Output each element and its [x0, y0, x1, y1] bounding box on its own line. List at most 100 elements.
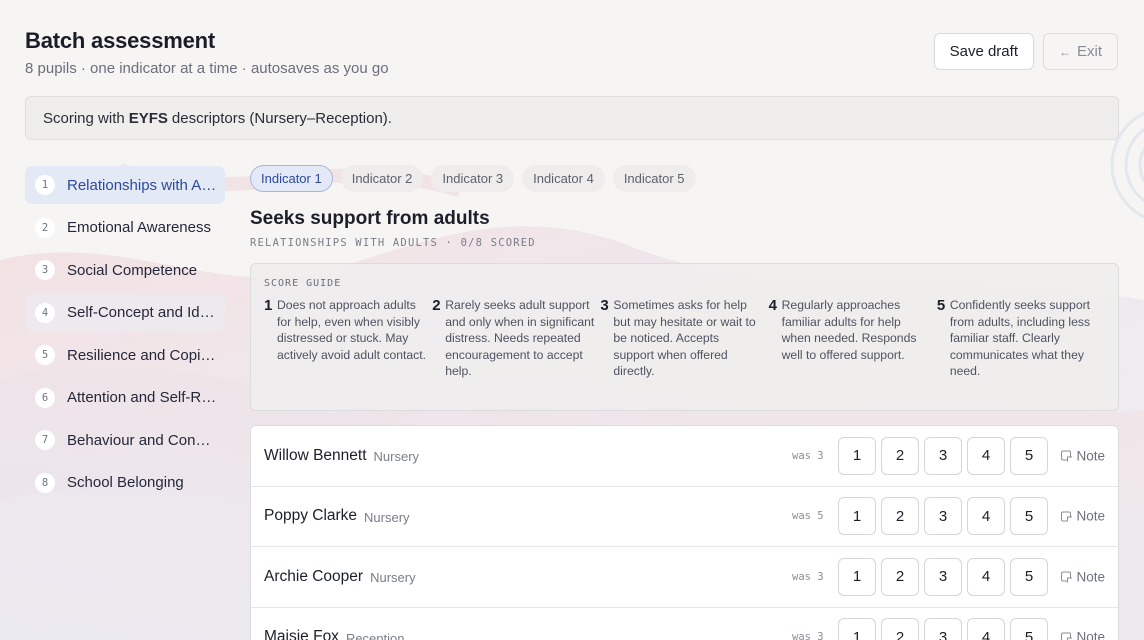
score-level-description: Regularly approaches familiar adults for… [781, 298, 917, 362]
exit-label: Exit [1076, 43, 1102, 60]
pupil-name: Archie Cooper [264, 567, 364, 585]
page-subtitle: 8 pupils · one indicator at a time · aut… [25, 60, 389, 77]
score-4-button[interactable]: 4 [967, 436, 1005, 475]
page-header: Batch assessment 8 pupils · one indicato… [25, 28, 389, 77]
sidebar-item-number: 8 [35, 472, 55, 493]
tab-indicator-3[interactable]: Indicator 3 [431, 165, 515, 192]
indicator-meta: RELATIONSHIPS WITH ADULTS · 0/8 SCORED [250, 237, 536, 249]
note-label: Note [1076, 569, 1105, 585]
banner-suffix: descriptors (Nursery–Reception). [171, 109, 392, 127]
sidebar-item-label: Relationships with Adults [67, 176, 217, 194]
domain-sidebar: 1 Relationships with Adults 2 Emotional … [25, 166, 225, 506]
score-1-button[interactable]: 1 [838, 497, 876, 536]
tab-indicator-2[interactable]: Indicator 2 [340, 165, 424, 192]
sidebar-item-number: 5 [35, 345, 55, 365]
score-3-button[interactable]: 3 [924, 557, 962, 596]
exit-button[interactable]: ← Exit [1042, 33, 1118, 70]
pupil-roster: Willow Bennett Nursery was 3 1 2 3 4 5 N… [250, 425, 1119, 640]
score-level-number: 1 [264, 297, 273, 314]
sidebar-item-resilience[interactable]: 5 Resilience and Coping [25, 336, 225, 374]
sidebar-item-behaviour[interactable]: 7 Behaviour and Conduct [25, 421, 225, 459]
score-4-button[interactable]: 4 [967, 557, 1005, 596]
score-level-description: Does not approach adults for help, even … [277, 298, 427, 362]
score-level-description: Rarely seeks adult support and only when… [445, 298, 595, 378]
tab-indicator-1[interactable]: Indicator 1 [250, 165, 333, 192]
sidebar-item-label: Attention and Self-Regulation [67, 389, 217, 406]
sidebar-item-label: Self-Concept and Identity [67, 304, 217, 321]
sidebar-item-relationships[interactable]: 1 Relationships with Adults [25, 166, 225, 204]
add-note-button[interactable]: Note [1061, 569, 1105, 584]
previous-score: was 5 [792, 510, 824, 523]
sidebar-item-attention[interactable]: 6 Attention and Self-Regulation [25, 379, 225, 417]
sidebar-item-label: Resilience and Coping [67, 346, 217, 364]
sidebar-item-label: Social Competence [67, 261, 198, 279]
indicator-title: Seeks support from adults [250, 208, 490, 229]
score-5-button[interactable]: 5 [1010, 497, 1048, 536]
pupil-name: Maisie Fox [264, 628, 339, 640]
sidebar-item-label: Behaviour and Conduct [67, 431, 217, 449]
note-icon [1061, 511, 1072, 522]
score-2-button[interactable]: 2 [881, 436, 919, 475]
score-3-button[interactable]: 3 [924, 618, 962, 640]
sidebar-item-self-concept[interactable]: 4 Self-Concept and Identity [25, 293, 225, 332]
note-icon [1061, 632, 1072, 640]
indicator-panel: Indicator 1 Indicator 2 Indicator 3 Indi… [250, 165, 1119, 640]
score-selector: 1 2 3 4 5 [838, 497, 1048, 536]
sidebar-item-belonging[interactable]: 8 School Belonging [25, 464, 225, 502]
tab-indicator-5[interactable]: Indicator 5 [612, 165, 696, 192]
sidebar-item-number: 3 [35, 260, 55, 280]
score-1-button[interactable]: 1 [838, 557, 876, 596]
sidebar-item-label: School Belonging [67, 474, 184, 491]
pupil-name: Willow Bennett [264, 446, 367, 464]
previous-score: was 3 [792, 570, 824, 583]
sidebar-item-label: Emotional Awareness [67, 219, 211, 236]
score-guide-title: SCORE GUIDE [264, 278, 342, 289]
note-label: Note [1076, 508, 1105, 524]
score-5-button[interactable]: 5 [1010, 618, 1048, 640]
score-2-button[interactable]: 2 [881, 557, 919, 596]
score-1-button[interactable]: 1 [838, 618, 876, 640]
tab-indicator-4[interactable]: Indicator 4 [522, 165, 605, 192]
save-draft-button[interactable]: Save draft [933, 33, 1034, 70]
note-icon [1061, 571, 1072, 583]
sidebar-item-number: 2 [35, 217, 55, 238]
banner-prefix: Scoring with [43, 109, 125, 127]
sidebar-item-social[interactable]: 3 Social Competence [25, 251, 225, 289]
score-4-button[interactable]: 4 [967, 497, 1005, 536]
pupil-name: Poppy Clarke [264, 507, 358, 525]
sidebar-item-number: 1 [35, 175, 55, 195]
arrow-left-icon: ← [1058, 44, 1071, 59]
add-note-button[interactable]: Note [1061, 630, 1105, 640]
score-4-button[interactable]: 4 [967, 618, 1005, 640]
pupil-year-group: Nursery [373, 449, 420, 465]
table-row: Archie Cooper Nursery was 3 1 2 3 4 5 No… [251, 547, 1118, 608]
score-level-number: 5 [936, 297, 946, 314]
score-2-button[interactable]: 2 [881, 497, 919, 536]
banner-framework: EYFS [128, 109, 168, 127]
save-draft-label: Save draft [949, 43, 1018, 60]
score-2-button[interactable]: 2 [881, 618, 919, 640]
score-5-button[interactable]: 5 [1010, 557, 1048, 596]
note-label: Note [1076, 629, 1105, 640]
score-guide: SCORE GUIDE 1 Does not approach adults f… [250, 263, 1119, 411]
add-note-button[interactable]: Note [1061, 509, 1105, 524]
score-3-button[interactable]: 3 [924, 436, 962, 475]
score-3-button[interactable]: 3 [924, 497, 962, 536]
score-selector: 1 2 3 4 5 [838, 436, 1048, 475]
sidebar-item-number: 6 [35, 387, 55, 408]
pupil-year-group: Nursery [364, 509, 410, 525]
sidebar-item-emotional[interactable]: 2 Emotional Awareness [25, 209, 225, 247]
score-selector: 1 2 3 4 5 [838, 557, 1048, 596]
score-guide-level: 3 Sometimes asks for help but may hesita… [600, 297, 768, 380]
score-1-button[interactable]: 1 [838, 436, 876, 475]
header-actions: Save draft ← Exit [933, 33, 1118, 70]
score-level-number: 3 [600, 297, 609, 314]
batch-assessment-page: Batch assessment 8 pupils · one indicato… [0, 0, 1144, 640]
score-guide-level: 5 Confidently seeks support from adults,… [937, 297, 1105, 380]
pupil-year-group: Reception [345, 630, 405, 640]
note-label: Note [1076, 448, 1105, 464]
table-row: Poppy Clarke Nursery was 5 1 2 3 4 5 Not… [251, 487, 1118, 547]
sidebar-item-number: 7 [35, 430, 55, 450]
add-note-button[interactable]: Note [1061, 448, 1105, 463]
score-5-button[interactable]: 5 [1010, 436, 1048, 475]
